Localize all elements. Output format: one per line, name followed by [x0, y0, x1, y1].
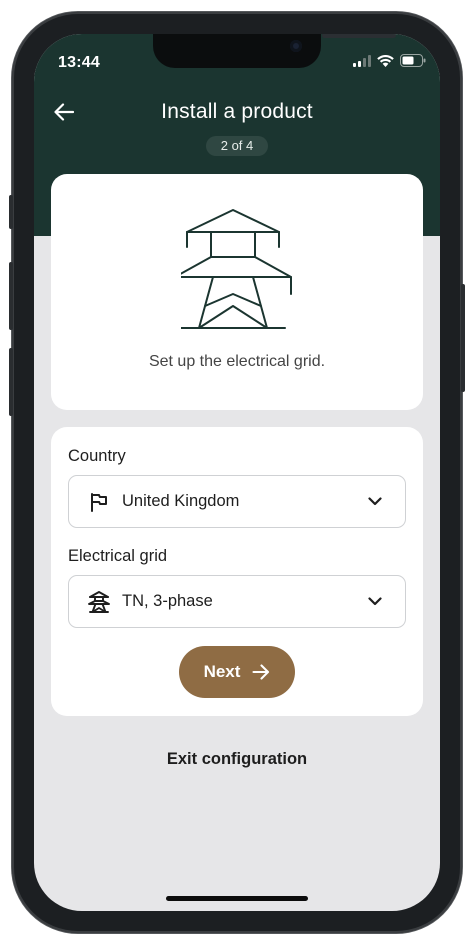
illustration-card: Set up the electrical grid.	[51, 174, 423, 410]
pylon-icon	[87, 590, 111, 614]
electricity-pylon-icon	[181, 209, 292, 329]
signal-icon	[353, 54, 371, 67]
grid-value: TN, 3-phase	[122, 592, 213, 610]
chevron-down-icon	[365, 492, 385, 512]
country-label: Country	[68, 447, 126, 465]
exit-configuration-link[interactable]: Exit configuration	[34, 750, 440, 769]
power-button	[461, 284, 465, 392]
form-card: Country United Kingdom Electrical grid T…	[51, 427, 423, 716]
action-button	[9, 195, 13, 229]
camera	[290, 40, 302, 52]
app-screen: 13:44 Install a product 2 of 4 Set up th…	[34, 34, 440, 911]
home-indicator[interactable]	[166, 896, 308, 901]
next-button-label: Next	[203, 662, 241, 681]
chevron-down-icon	[365, 592, 385, 612]
grid-select[interactable]: TN, 3-phase	[68, 575, 406, 628]
arrow-right-icon	[252, 664, 270, 680]
illustration-caption: Set up the electrical grid.	[148, 353, 326, 370]
country-select[interactable]: United Kingdom	[68, 475, 406, 528]
step-indicator: 2 of 4	[206, 136, 268, 156]
wifi-icon	[377, 54, 394, 67]
speaker	[322, 34, 396, 38]
status-time: 13:44	[58, 54, 100, 71]
flag-icon	[87, 490, 111, 514]
next-button[interactable]: Next	[179, 646, 295, 698]
volume-down-button	[9, 348, 13, 416]
grid-label: Electrical grid	[68, 547, 168, 565]
notch	[153, 34, 396, 68]
battery-icon	[400, 54, 426, 67]
country-value: United Kingdom	[122, 492, 240, 510]
volume-up-button	[9, 262, 13, 330]
page-title: Install a product	[161, 100, 313, 123]
status-icons	[353, 54, 426, 67]
